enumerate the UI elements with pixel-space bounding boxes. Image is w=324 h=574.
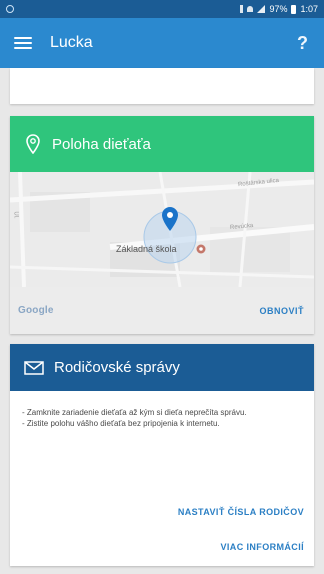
map-place-label: Základná škola [116,244,177,254]
child-location-card: Poloha dieťaťa Roštárska ulica Revúcka U… [10,116,314,334]
battery-icon [291,4,297,14]
refresh-button[interactable]: OBNOVIŤ [259,306,304,316]
description-line: - Zamknite zariadenie dieťaťa až kým si … [22,408,247,417]
place-icon [196,244,206,254]
hamburger-menu-icon[interactable] [14,37,32,49]
previous-card [10,68,314,104]
description-line: - Zistite polohu vášho dieťaťa bez pripo… [22,419,220,428]
google-logo: Google [18,305,54,316]
map-road-label: Ul. [12,211,19,219]
help-icon[interactable]: ? [297,33,310,54]
wifi-icon [247,6,254,12]
status-icons: 97% 1:07 [240,4,318,14]
parent-messages-card: Rodičovské správy - Zamknite zariadenie … [10,344,314,566]
envelope-icon [24,360,44,375]
battery-percent: 97% [269,4,288,14]
signal-icon [257,5,266,13]
clock: 1:07 [300,4,318,14]
location-card-title: Poloha dieťaťa [52,135,151,153]
more-info-button[interactable]: VIAC INFORMÁCIÍ [221,542,305,552]
page-title: Lucka [50,34,93,51]
set-parent-numbers-button[interactable]: NASTAVIŤ ČÍSLA RODIČOV [178,507,304,517]
app-bar: Lucka ? [0,18,324,68]
map-footer: Google OBNOVIŤ [10,287,314,334]
messages-description: - Zamknite zariadenie dieťaťa až kým si … [10,391,314,429]
location-pin-icon [26,134,40,154]
map-marker-icon [162,207,178,231]
status-bar: 97% 1:07 [0,0,324,18]
messages-card-header: Rodičovské správy [10,344,314,391]
location-card-header: Poloha dieťaťa [10,116,314,172]
bluetooth-icon [240,5,244,13]
messages-card-title: Rodičovské správy [54,359,180,376]
map-view[interactable]: Roštárska ulica Revúcka Ul. Základná ško… [10,172,314,287]
notification-icon [6,5,14,13]
